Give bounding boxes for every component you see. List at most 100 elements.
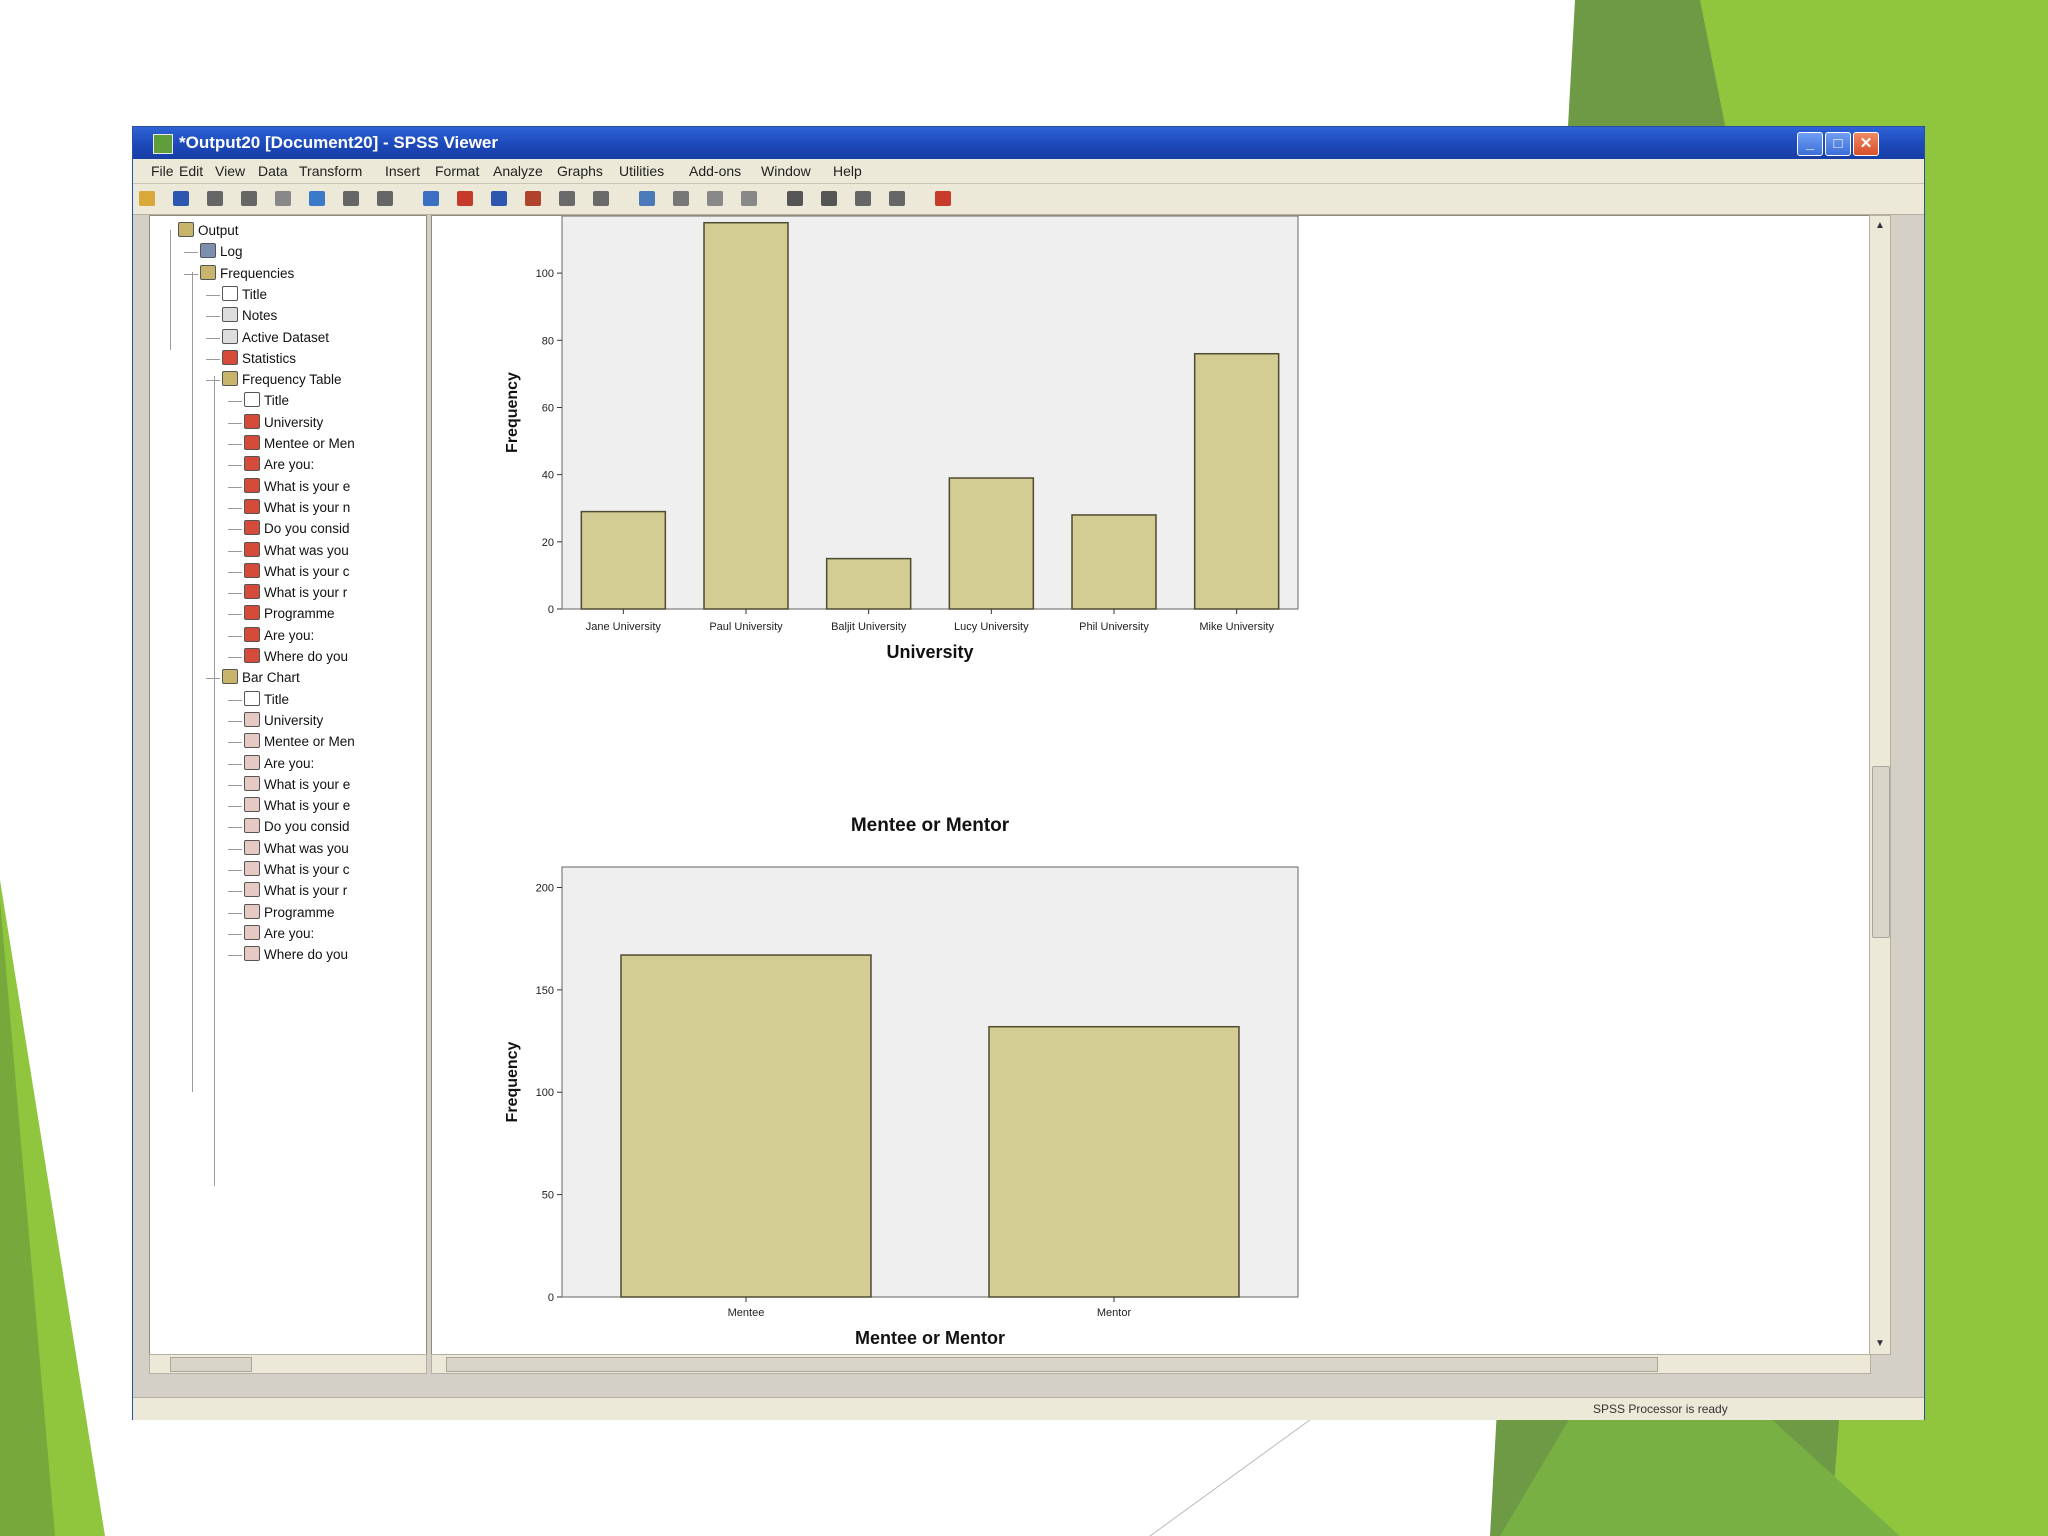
title-bar[interactable]: *Output20 [Document20] - SPSS Viewer _ □… <box>133 127 1924 159</box>
bar <box>620 954 872 1298</box>
outline-item[interactable]: What is your n <box>244 498 350 517</box>
outline-item[interactable]: What was you <box>244 839 349 858</box>
menu-transform[interactable]: Transform <box>299 163 362 179</box>
outline-item[interactable]: What is your r <box>244 882 347 900</box>
outline-item[interactable]: What is your e <box>244 797 350 815</box>
y-tick-label: 200 <box>536 882 554 894</box>
hide-icon[interactable] <box>889 191 905 206</box>
outline-item[interactable]: Log <box>200 243 243 261</box>
minimize-button[interactable]: _ <box>1797 132 1823 156</box>
menu-edit[interactable]: Edit <box>179 163 203 179</box>
outline-item[interactable]: University <box>244 711 323 730</box>
goto-data-icon[interactable] <box>309 191 325 206</box>
outline-item[interactable]: Notes <box>222 307 277 325</box>
outline-item-label: University <box>264 414 324 430</box>
print-preview-icon[interactable] <box>241 191 257 206</box>
menu-file[interactable]: File <box>151 163 174 179</box>
outline-item[interactable]: Where do you <box>244 946 348 964</box>
menu-data[interactable]: Data <box>258 163 288 179</box>
designate-window-icon[interactable] <box>639 191 655 206</box>
save-icon[interactable] <box>173 191 189 206</box>
vertical-scrollbar[interactable]: ▲ ▼ <box>1869 215 1891 1355</box>
outline-item[interactable]: Do you consid <box>244 520 350 538</box>
outline-item[interactable]: Are you: <box>244 456 314 474</box>
chart-icon <box>244 839 260 855</box>
table-icon <box>244 477 260 493</box>
menu-window[interactable]: Window <box>761 163 811 179</box>
content-scroll-thumb[interactable] <box>446 1357 1658 1372</box>
x-tick-label: Lucy University <box>954 621 1029 633</box>
outline-item[interactable]: What is your r <box>244 584 347 602</box>
chart-icon <box>244 754 260 770</box>
outline-item[interactable]: Programme <box>244 903 335 922</box>
maximize-button[interactable]: □ <box>1825 132 1851 156</box>
outline-item[interactable]: Frequencies <box>200 264 294 283</box>
outline-item[interactable]: Output <box>178 222 239 240</box>
content-horizontal-scrollbar[interactable] <box>431 1354 1871 1374</box>
promote-icon[interactable] <box>707 191 723 206</box>
export-icon[interactable] <box>275 191 291 206</box>
tree-connector <box>228 635 242 637</box>
outline-item[interactable]: Active Dataset <box>222 328 329 347</box>
redo-icon[interactable] <box>377 191 393 206</box>
outline-item[interactable]: Title <box>244 690 289 709</box>
outline-scroll-thumb[interactable] <box>170 1357 252 1372</box>
variables-icon[interactable] <box>457 191 473 206</box>
outline-item[interactable]: Mentee or Men <box>244 435 355 453</box>
outline-item[interactable]: Are you: <box>244 754 314 773</box>
outline-item[interactable]: Programme <box>244 605 335 623</box>
print-icon[interactable] <box>207 191 223 206</box>
menu-view[interactable]: View <box>215 163 245 179</box>
x-tick-label: Phil University <box>1079 621 1149 633</box>
tree-connector <box>184 273 198 275</box>
collapse-icon[interactable] <box>821 191 837 206</box>
expand-icon[interactable] <box>787 191 803 206</box>
outline-item-label: Bar Chart <box>242 670 300 686</box>
run-icon[interactable] <box>491 191 507 206</box>
scroll-up-icon[interactable]: ▲ <box>1874 220 1886 232</box>
close-button[interactable]: ✕ <box>1853 132 1879 156</box>
undo-icon[interactable] <box>343 191 359 206</box>
university-bar-chart[interactable]: 0 20 40 60 80 100 Jane University Paul Universi… <box>504 216 1299 662</box>
help-icon[interactable] <box>935 191 951 206</box>
bar <box>580 510 667 610</box>
outline-item[interactable]: Title <box>244 392 289 410</box>
menu-utilities[interactable]: Utilities <box>619 163 664 179</box>
menu-add-ons[interactable]: Add-ons <box>689 163 741 179</box>
show-icon[interactable] <box>855 191 871 206</box>
y-tick-label: 150 <box>536 985 554 997</box>
outline-item[interactable]: Frequency Table <box>222 371 342 389</box>
menu-analyze[interactable]: Analyze <box>493 163 543 179</box>
scroll-down-icon[interactable]: ▼ <box>1874 1338 1886 1350</box>
outline-item[interactable]: Mentee or Men <box>244 733 355 751</box>
menu-format[interactable]: Format <box>435 163 479 179</box>
x-tick-label: Paul University <box>709 621 783 633</box>
demote-icon[interactable] <box>741 191 757 206</box>
select-last-output-icon[interactable] <box>673 191 689 206</box>
outline-item[interactable]: Statistics <box>222 349 296 368</box>
outline-item[interactable]: Are you: <box>244 924 314 943</box>
menu-graphs[interactable]: Graphs <box>557 163 603 179</box>
tree-connector <box>228 571 242 573</box>
outline-item[interactable]: What is your c <box>244 861 350 879</box>
open-icon[interactable] <box>139 191 155 206</box>
insert-heading-icon[interactable] <box>525 191 541 206</box>
outline-horizontal-scrollbar[interactable] <box>149 1354 427 1374</box>
outline-item[interactable]: Do you consid <box>244 818 350 836</box>
outline-item[interactable]: What is your e <box>244 477 350 496</box>
mentee-mentor-bar-chart[interactable]: Mentee or Mentor 0 50 100 150 200 Mentee Mentor… <box>504 815 1299 1348</box>
outline-item[interactable]: What is your c <box>244 562 350 581</box>
insert-text-icon[interactable] <box>593 191 609 206</box>
vertical-scroll-thumb[interactable] <box>1872 766 1890 938</box>
insert-title-icon[interactable] <box>559 191 575 206</box>
goto-chart-icon[interactable] <box>423 191 439 206</box>
menu-help[interactable]: Help <box>833 163 862 179</box>
outline-item[interactable]: University <box>244 413 324 432</box>
outline-item[interactable]: Where do you <box>244 648 348 666</box>
menu-insert[interactable]: Insert <box>385 163 420 179</box>
outline-item[interactable]: What is your e <box>244 775 350 794</box>
outline-item[interactable]: Title <box>222 285 267 304</box>
outline-item[interactable]: Bar Chart <box>222 669 300 687</box>
outline-item[interactable]: Are you: <box>244 626 314 645</box>
outline-item[interactable]: What was you <box>244 541 349 560</box>
